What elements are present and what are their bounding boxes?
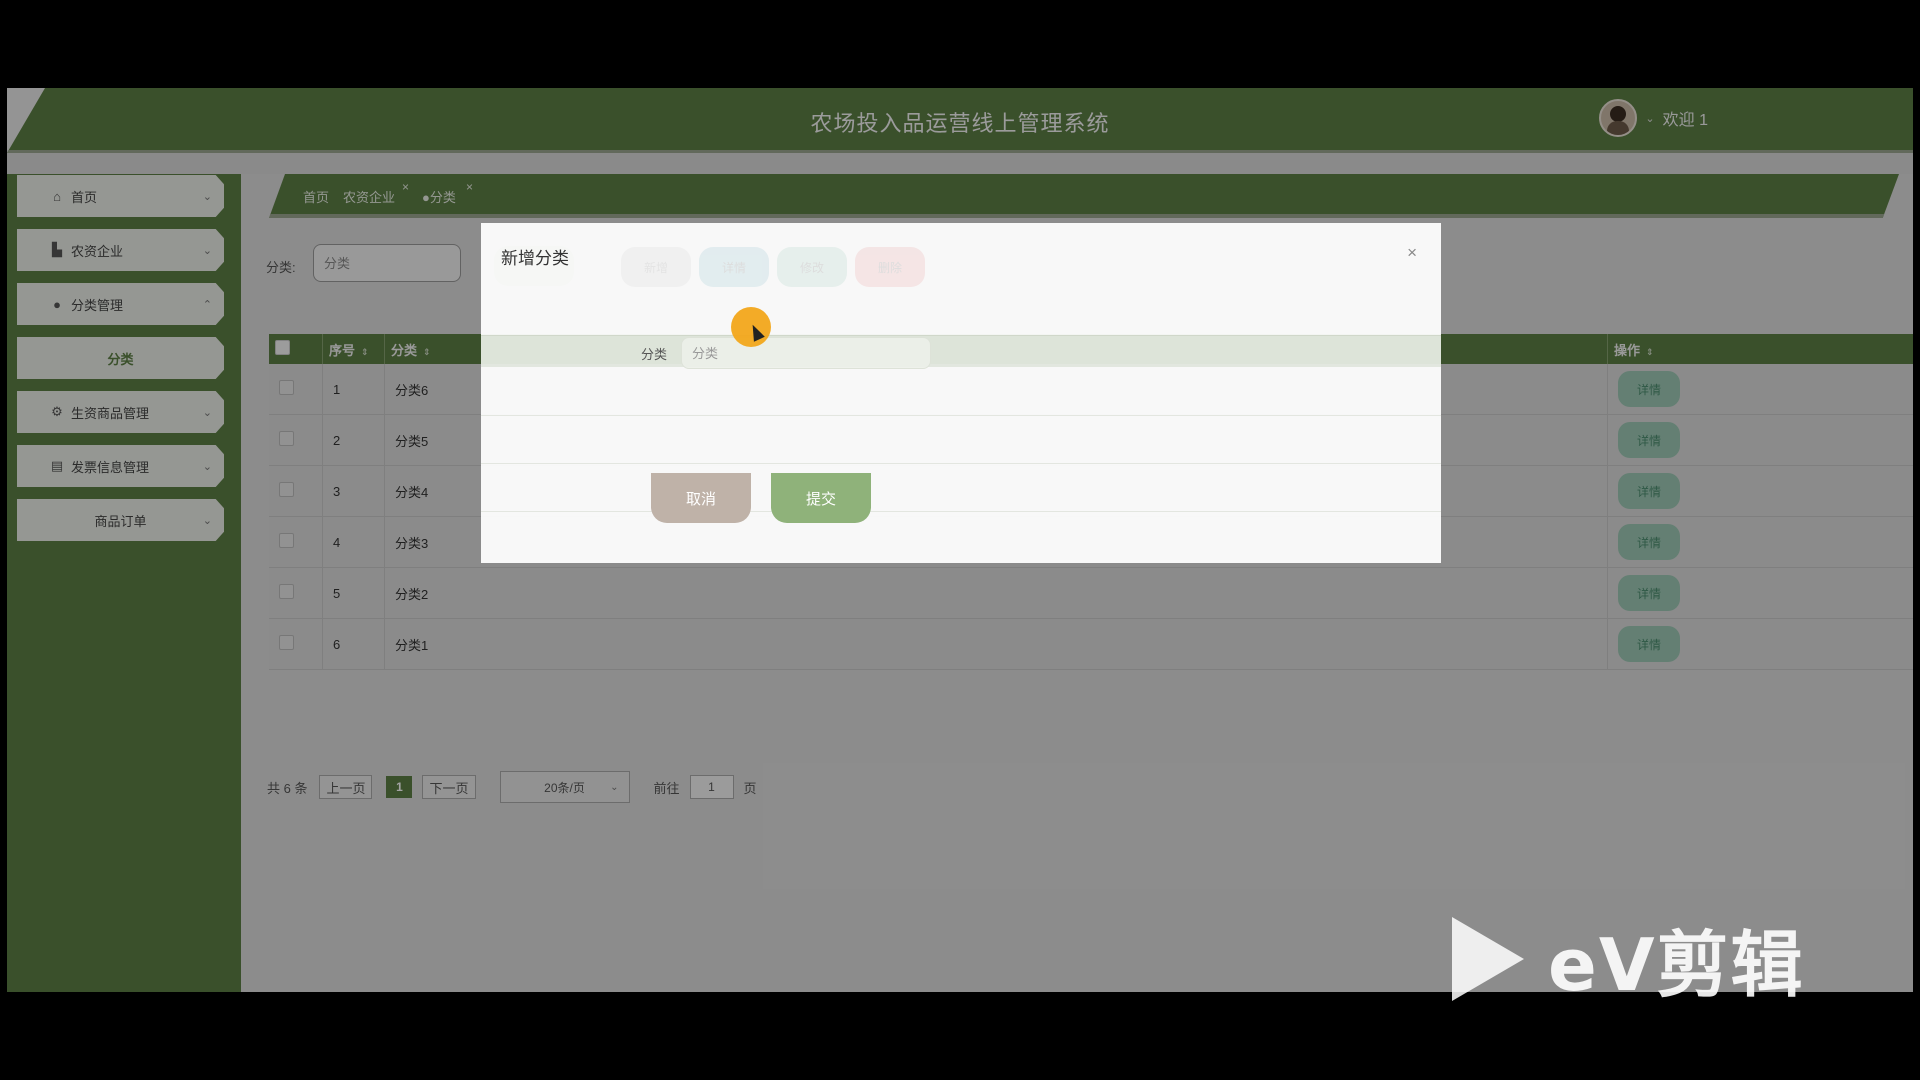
divider	[481, 511, 1441, 512]
divider	[481, 463, 1441, 464]
category-input[interactable]: 分类	[681, 337, 931, 369]
play-icon	[1452, 916, 1524, 1001]
category-field-label: 分类	[641, 347, 668, 362]
cancel-button[interactable]: 取消	[651, 473, 751, 523]
watermark: eV剪辑	[1452, 906, 1805, 1011]
watermark-text: eV剪辑	[1548, 923, 1805, 1007]
add-category-dialog: 新增 详情 修改 删除 新增分类 × 分类 分类 取消 提交	[481, 223, 1441, 563]
ghost-detail-button: 详情	[699, 247, 769, 287]
form-row-highlight	[481, 335, 1441, 367]
divider	[481, 415, 1441, 416]
ghost-delete-button: 删除	[855, 247, 925, 287]
dialog-title: 新增分类	[501, 249, 569, 268]
ghost-edit-button: 修改	[777, 247, 847, 287]
submit-button[interactable]: 提交	[771, 473, 871, 523]
close-icon[interactable]: ×	[1407, 243, 1417, 263]
ghost-add-button: 新增	[621, 247, 691, 287]
